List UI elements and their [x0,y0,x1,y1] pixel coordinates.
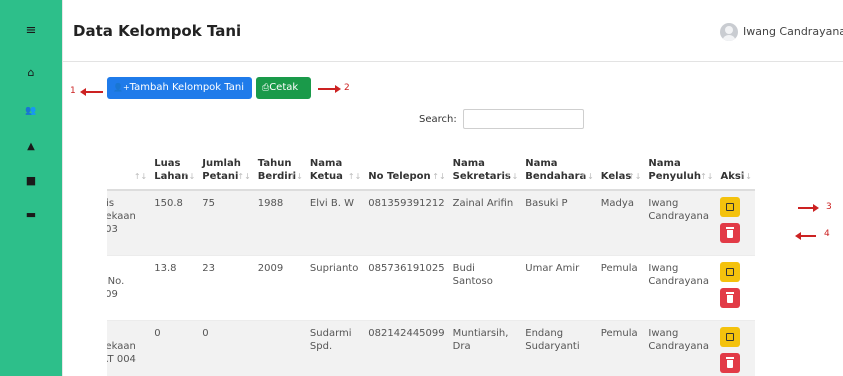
topbar: Data Kelompok Tani Iwang Candrayana [63,0,843,62]
sort-icon: ↑↓ [237,172,251,181]
cell-bendahara: Basuki P [521,189,597,256]
col-header-ketua[interactable]: Nama Ketua ↑↓ [305,140,365,191]
cell-penyuluh: Iwang Candrayana [644,189,717,256]
cell-alamat: teting No.02/09 [107,255,151,321]
cell-kelas: Madya [596,189,645,256]
users-icon[interactable]: 👥 [0,104,62,118]
table-row: rintiserdekaan01/03 150.8 75 1988 Elvi B… [107,189,755,256]
cell-aksi [716,320,755,376]
annotation-arrow-1 [80,88,103,96]
sort-icon: ↑↓ [738,172,752,181]
cell-ketua: Sudarmi Spd. [305,320,365,376]
sort-icon: ↑↓ [181,172,196,181]
cell-telepon: 081359391212 [364,189,449,256]
annotation-1: 1 [70,86,76,96]
avatar[interactable] [720,23,738,41]
annotation-arrow-3 [798,204,819,212]
sort-icon: ↑↓ [347,172,362,181]
cell-ketua: Suprianto [305,255,365,321]
cell-tahun: 1988 [253,189,306,256]
trash-icon [726,292,735,303]
col-header-penyuluh[interactable]: Nama Penyuluh ↑↓ [644,140,717,191]
edit-button[interactable] [720,262,741,282]
search-label: Search: [419,114,457,125]
sort-icon: ↑↓ [432,172,446,181]
col-header-telepon[interactable]: No Telepon ↑↓ [364,140,449,191]
cell-aksi [716,189,755,256]
sort-icon: ↑↓ [580,172,594,181]
add-kelompok-button[interactable]: 👤+Tambah Kelompok Tani [107,77,252,99]
edit-icon [726,268,735,276]
annotation-arrow-2 [318,85,341,93]
kelompok-table: iat↑↓ LuasLahan↑↓ JumlahPetani↑↓ TahunBe… [107,140,755,376]
sort-icon: ↑↓ [700,172,714,181]
trash-icon [726,357,735,368]
cell-jumlah: 75 [198,189,254,256]
sidebar: ≡ ⌂ 👥 ▲ ■ ▬ [0,0,62,376]
cell-telepon: 082142445099 [364,320,449,376]
print-label: Cetak [269,82,299,93]
cell-aksi [716,255,755,321]
cell-luas: 150.8 [150,189,199,256]
table-container: iat↑↓ LuasLahan↑↓ JumlahPetani↑↓ TahunBe… [107,140,777,376]
folder-icon[interactable]: ■ [0,174,62,188]
annotation-2: 2 [344,83,350,93]
cell-kelas: Pemula [596,255,645,321]
col-header-aksi[interactable]: Aksi ↑↓ [716,140,755,191]
cell-tahun [253,320,306,376]
col-header-jumlah[interactable]: Jumlah Petani ↑↓ [198,140,254,191]
col-header-sekretaris[interactable]: Nama Sekretaris ↑↓ [448,140,522,191]
col-header-bendahara[interactable]: Nama Bendahara ↑↓ [521,140,597,191]
delete-button[interactable] [720,353,741,373]
table-row: teting No.02/09 13.8 23 2009 Suprianto 0… [107,255,755,321]
delete-button[interactable] [720,223,741,243]
cell-sekretaris: Muntiarsih, Dra [448,320,522,376]
col-header-tahun[interactable]: Tahun Berdiri ↑↓ [253,140,306,191]
sort-icon: ↑↓ [628,172,642,181]
delete-button[interactable] [720,288,741,308]
cell-ketua: Elvi B. W [305,189,365,256]
cell-luas: 0 [150,320,199,376]
col-header-kelas[interactable]: Kelas ↑↓ [596,140,645,191]
cell-jumlah: 0 [198,320,254,376]
cell-telepon: 085736191025 [364,255,449,321]
col-header-alamat[interactable]: iat↑↓ [107,140,151,191]
menu-icon[interactable]: ≡ [0,24,62,38]
cell-bendahara: Umar Amir [521,255,597,321]
cell-luas: 13.8 [150,255,199,321]
edit-button[interactable] [720,327,741,347]
sort-icon: ↑↓ [289,172,303,181]
edit-button[interactable] [720,197,741,217]
cell-jumlah: 23 [198,255,254,321]
cell-kelas: Pemula [596,320,645,376]
home-icon[interactable]: ⌂ [0,66,62,80]
search-input[interactable] [463,109,584,129]
annotation-3: 3 [826,202,832,212]
page-title: Data Kelompok Tani [73,22,242,40]
col-header-luas[interactable]: Luas Lahan ↑↓ [150,140,199,191]
annotation-arrow-4 [795,232,816,240]
user-name[interactable]: Iwang Candrayana [743,25,843,38]
user-icon[interactable]: ▲ [0,140,62,154]
book-icon[interactable]: ▬ [0,208,62,222]
add-kelompok-label: Tambah Kelompok Tani [129,82,244,93]
cell-sekretaris: Budi Santoso [448,255,522,321]
add-user-icon: 👤+ [113,83,130,92]
edit-icon [726,333,735,341]
sort-icon: ↑↓ [133,172,148,181]
edit-icon [726,203,735,211]
cell-tahun: 2009 [253,255,306,321]
cell-bendahara: Endang Sudaryanti [521,320,597,376]
trash-icon [726,227,735,238]
sort-icon: ↑↓ [504,172,519,181]
cell-sekretaris: Zainal Arifin [448,189,522,256]
table-row: erdekaani0 RT 00403 0 0 Sudarmi Spd. 082… [107,320,755,376]
table-header-row: iat↑↓ LuasLahan↑↓ JumlahPetani↑↓ TahunBe… [107,140,755,191]
cell-alamat: erdekaani0 RT 00403 [107,320,151,376]
cell-alamat: rintiserdekaan01/03 [107,189,151,256]
annotation-4: 4 [824,229,830,239]
cell-penyuluh: Iwang Candrayana [644,320,717,376]
print-button[interactable]: ⎙Cetak [256,77,311,99]
cell-penyuluh: Iwang Candrayana [644,255,717,321]
